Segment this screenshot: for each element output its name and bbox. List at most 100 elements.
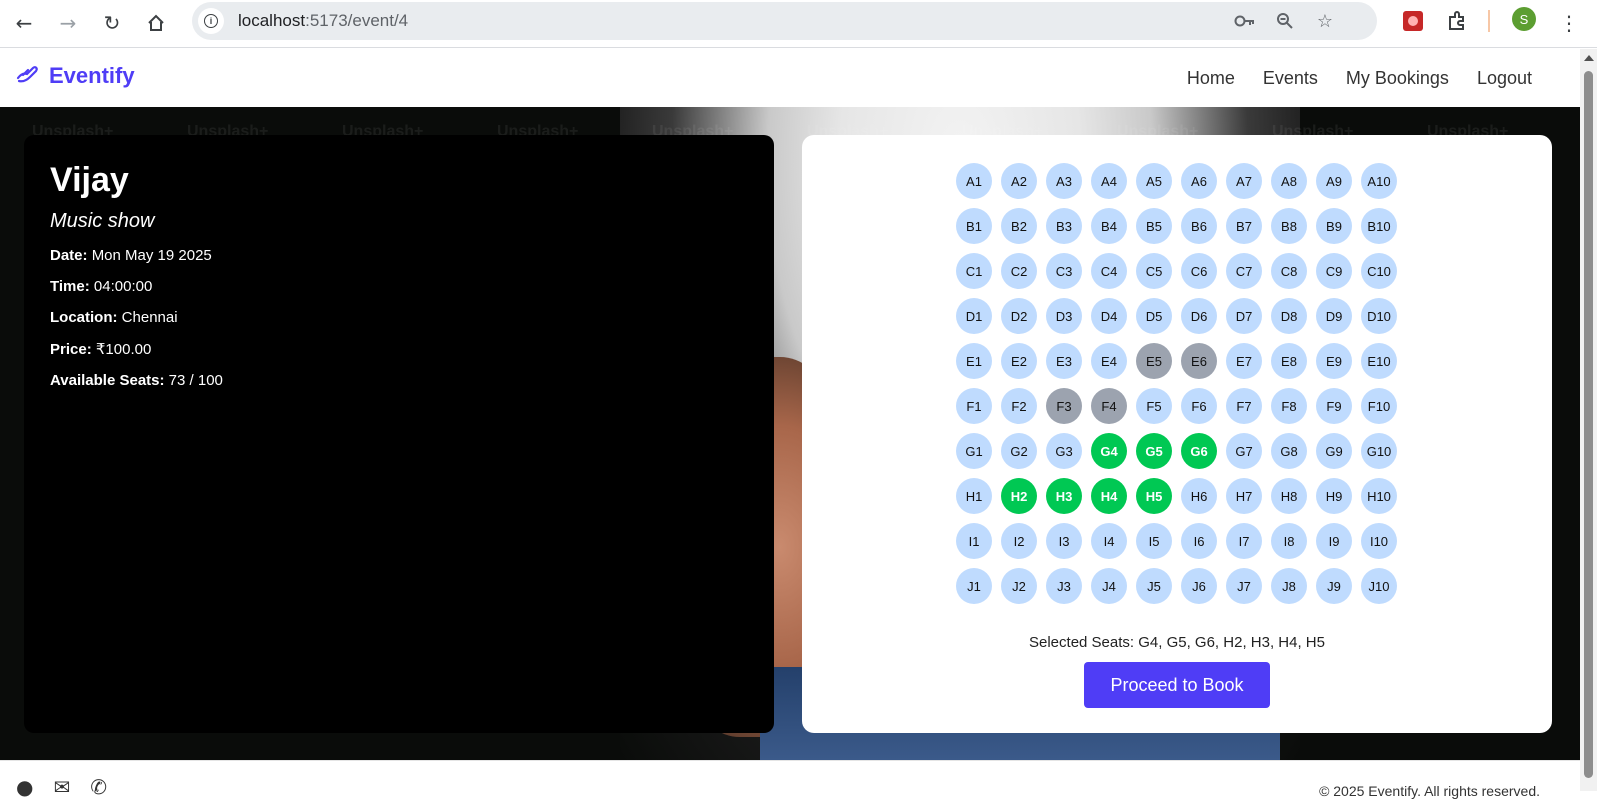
seat-i7[interactable]: I7 xyxy=(1226,523,1262,559)
phone-icon[interactable]: ✆ xyxy=(90,775,107,799)
seat-g3[interactable]: G3 xyxy=(1046,433,1082,469)
seat-a3[interactable]: A3 xyxy=(1046,163,1082,199)
seat-e1[interactable]: E1 xyxy=(956,343,992,379)
seat-f1[interactable]: F1 xyxy=(956,388,992,424)
seat-g7[interactable]: G7 xyxy=(1226,433,1262,469)
forward-icon[interactable]: → xyxy=(51,6,85,40)
nav-link-home[interactable]: Home xyxy=(1187,68,1235,89)
seat-a4[interactable]: A4 xyxy=(1091,163,1127,199)
seat-i3[interactable]: I3 xyxy=(1046,523,1082,559)
github-icon[interactable]: ● xyxy=(16,775,33,799)
home-icon[interactable] xyxy=(139,6,173,40)
scrollbar-thumb[interactable] xyxy=(1584,71,1593,778)
seat-h6[interactable]: H6 xyxy=(1181,478,1217,514)
seat-d2[interactable]: D2 xyxy=(1001,298,1037,334)
bookmark-star-icon[interactable]: ☆ xyxy=(1312,9,1338,33)
seat-b6[interactable]: B6 xyxy=(1181,208,1217,244)
nav-link-events[interactable]: Events xyxy=(1263,68,1318,89)
seat-j9[interactable]: J9 xyxy=(1316,568,1352,604)
seat-a8[interactable]: A8 xyxy=(1271,163,1307,199)
seat-a7[interactable]: A7 xyxy=(1226,163,1262,199)
seat-c4[interactable]: C4 xyxy=(1091,253,1127,289)
seat-h3[interactable]: H3 xyxy=(1046,478,1082,514)
seat-b2[interactable]: B2 xyxy=(1001,208,1037,244)
seat-b10[interactable]: B10 xyxy=(1361,208,1397,244)
reload-icon[interactable]: ↻ xyxy=(95,6,129,40)
nav-link-my-bookings[interactable]: My Bookings xyxy=(1346,68,1449,89)
seat-g10[interactable]: G10 xyxy=(1361,433,1397,469)
seat-c8[interactable]: C8 xyxy=(1271,253,1307,289)
seat-e7[interactable]: E7 xyxy=(1226,343,1262,379)
seat-b8[interactable]: B8 xyxy=(1271,208,1307,244)
seat-d10[interactable]: D10 xyxy=(1361,298,1397,334)
seat-e4[interactable]: E4 xyxy=(1091,343,1127,379)
seat-i9[interactable]: I9 xyxy=(1316,523,1352,559)
seat-g1[interactable]: G1 xyxy=(956,433,992,469)
page-scrollbar[interactable] xyxy=(1580,49,1597,791)
seat-h2[interactable]: H2 xyxy=(1001,478,1037,514)
seat-b4[interactable]: B4 xyxy=(1091,208,1127,244)
seat-g8[interactable]: G8 xyxy=(1271,433,1307,469)
seat-f2[interactable]: F2 xyxy=(1001,388,1037,424)
seat-c9[interactable]: C9 xyxy=(1316,253,1352,289)
seat-b7[interactable]: B7 xyxy=(1226,208,1262,244)
seat-i10[interactable]: I10 xyxy=(1361,523,1397,559)
nav-link-logout[interactable]: Logout xyxy=(1477,68,1532,89)
seat-j8[interactable]: J8 xyxy=(1271,568,1307,604)
seat-d7[interactable]: D7 xyxy=(1226,298,1262,334)
address-bar[interactable]: i localhost:5173/event/4 ☆ xyxy=(192,2,1377,40)
scroll-up-arrow-icon[interactable] xyxy=(1584,55,1594,61)
seat-c3[interactable]: C3 xyxy=(1046,253,1082,289)
seat-d3[interactable]: D3 xyxy=(1046,298,1082,334)
seat-b5[interactable]: B5 xyxy=(1136,208,1172,244)
seat-a9[interactable]: A9 xyxy=(1316,163,1352,199)
seat-g9[interactable]: G9 xyxy=(1316,433,1352,469)
seat-d8[interactable]: D8 xyxy=(1271,298,1307,334)
seat-i8[interactable]: I8 xyxy=(1271,523,1307,559)
seat-g4[interactable]: G4 xyxy=(1091,433,1127,469)
seat-g2[interactable]: G2 xyxy=(1001,433,1037,469)
seat-e9[interactable]: E9 xyxy=(1316,343,1352,379)
seat-d6[interactable]: D6 xyxy=(1181,298,1217,334)
seat-h8[interactable]: H8 xyxy=(1271,478,1307,514)
menu-kebab-icon[interactable]: ⋮ xyxy=(1552,6,1586,40)
seat-i5[interactable]: I5 xyxy=(1136,523,1172,559)
seat-c1[interactable]: C1 xyxy=(956,253,992,289)
seat-b9[interactable]: B9 xyxy=(1316,208,1352,244)
seat-i1[interactable]: I1 xyxy=(956,523,992,559)
brand-logo[interactable]: Eventify xyxy=(15,63,135,89)
seat-h9[interactable]: H9 xyxy=(1316,478,1352,514)
seat-j10[interactable]: J10 xyxy=(1361,568,1397,604)
seat-f5[interactable]: F5 xyxy=(1136,388,1172,424)
seat-h4[interactable]: H4 xyxy=(1091,478,1127,514)
seat-e2[interactable]: E2 xyxy=(1001,343,1037,379)
extensions-puzzle-icon[interactable] xyxy=(1444,8,1470,34)
seat-c2[interactable]: C2 xyxy=(1001,253,1037,289)
seat-d1[interactable]: D1 xyxy=(956,298,992,334)
seat-e8[interactable]: E8 xyxy=(1271,343,1307,379)
seat-c7[interactable]: C7 xyxy=(1226,253,1262,289)
site-info-icon[interactable]: i xyxy=(198,8,224,34)
seat-j4[interactable]: J4 xyxy=(1091,568,1127,604)
seat-a10[interactable]: A10 xyxy=(1361,163,1397,199)
proceed-to-book-button[interactable]: Proceed to Book xyxy=(1084,662,1270,708)
seat-e3[interactable]: E3 xyxy=(1046,343,1082,379)
seat-h1[interactable]: H1 xyxy=(956,478,992,514)
seat-a1[interactable]: A1 xyxy=(956,163,992,199)
seat-j7[interactable]: J7 xyxy=(1226,568,1262,604)
seat-f7[interactable]: F7 xyxy=(1226,388,1262,424)
seat-a5[interactable]: A5 xyxy=(1136,163,1172,199)
seat-d4[interactable]: D4 xyxy=(1091,298,1127,334)
key-icon[interactable] xyxy=(1232,9,1258,33)
seat-j3[interactable]: J3 xyxy=(1046,568,1082,604)
seat-j1[interactable]: J1 xyxy=(956,568,992,604)
seat-d5[interactable]: D5 xyxy=(1136,298,1172,334)
seat-c10[interactable]: C10 xyxy=(1361,253,1397,289)
seat-a2[interactable]: A2 xyxy=(1001,163,1037,199)
seat-f9[interactable]: F9 xyxy=(1316,388,1352,424)
seat-i6[interactable]: I6 xyxy=(1181,523,1217,559)
seat-j6[interactable]: J6 xyxy=(1181,568,1217,604)
seat-b1[interactable]: B1 xyxy=(956,208,992,244)
seat-j2[interactable]: J2 xyxy=(1001,568,1037,604)
seat-h7[interactable]: H7 xyxy=(1226,478,1262,514)
